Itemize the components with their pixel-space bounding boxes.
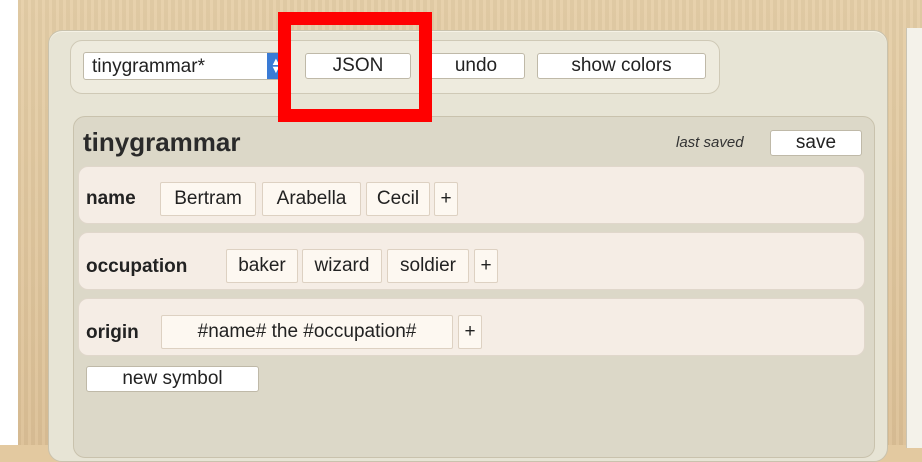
add-rule-button[interactable]: + [434,182,458,216]
left-margin [0,0,18,445]
symbol-key: name [86,188,136,209]
add-rule-button[interactable]: + [458,315,482,349]
rule-chip[interactable]: Arabella [262,182,361,216]
symbol-key: origin [86,322,139,343]
grammar-select-value: tinygrammar* [92,56,205,77]
rule-chip[interactable]: Bertram [160,182,256,216]
up-down-arrow-icon: ▲ ▼ [267,53,285,79]
undo-button[interactable]: undo [427,53,525,79]
right-panel-edge [906,28,922,448]
save-button[interactable]: save [770,130,862,156]
rule-chip[interactable]: Cecil [366,182,430,216]
rule-chip[interactable]: wizard [302,249,382,283]
new-symbol-button[interactable]: new symbol [86,366,259,392]
grammar-title: tinygrammar [83,127,241,157]
grammar-select[interactable]: tinygrammar* ▲ ▼ [83,52,286,80]
rule-chip[interactable]: soldier [387,249,469,283]
json-button[interactable]: JSON [305,53,411,79]
add-rule-button[interactable]: + [474,249,498,283]
show-colors-button[interactable]: show colors [537,53,706,79]
rule-chip[interactable]: #name# the #occupation# [161,315,453,349]
symbol-row-occupation [78,232,865,290]
last-saved-label: last saved [676,134,744,151]
rule-chip[interactable]: baker [226,249,298,283]
symbol-key: occupation [86,256,188,277]
